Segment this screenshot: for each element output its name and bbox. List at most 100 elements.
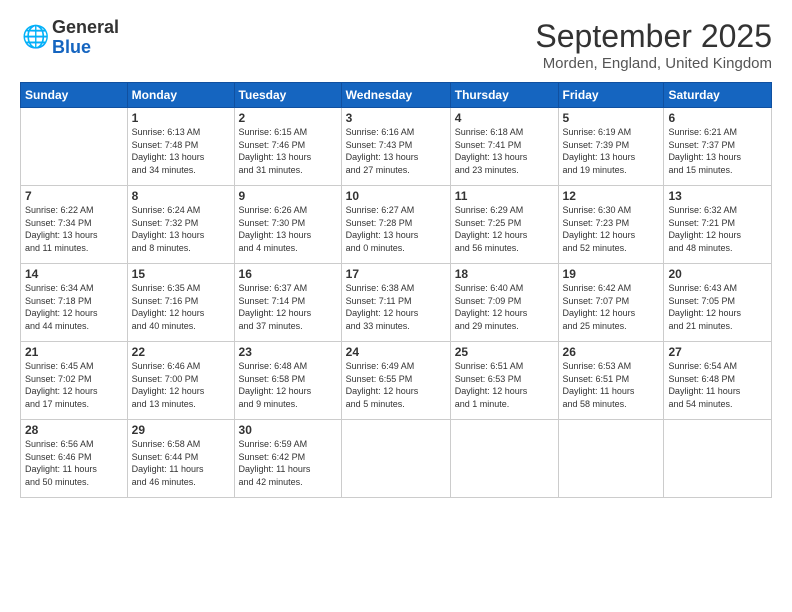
week-row-3: 14Sunrise: 6:34 AM Sunset: 7:18 PM Dayli… bbox=[21, 264, 772, 342]
day-number: 21 bbox=[25, 345, 123, 359]
calendar-cell-18: 18Sunrise: 6:40 AM Sunset: 7:09 PM Dayli… bbox=[450, 264, 558, 342]
calendar-cell-14: 14Sunrise: 6:34 AM Sunset: 7:18 PM Dayli… bbox=[21, 264, 128, 342]
weekday-header-row: SundayMondayTuesdayWednesdayThursdayFrid… bbox=[21, 83, 772, 108]
logo-blue: Blue bbox=[52, 38, 119, 58]
week-row-5: 28Sunrise: 6:56 AM Sunset: 6:46 PM Dayli… bbox=[21, 420, 772, 498]
day-info: Sunrise: 6:38 AM Sunset: 7:11 PM Dayligh… bbox=[346, 282, 446, 332]
day-info: Sunrise: 6:51 AM Sunset: 6:53 PM Dayligh… bbox=[455, 360, 554, 410]
calendar-cell-25: 25Sunrise: 6:51 AM Sunset: 6:53 PM Dayli… bbox=[450, 342, 558, 420]
calendar-cell-24: 24Sunrise: 6:49 AM Sunset: 6:55 PM Dayli… bbox=[341, 342, 450, 420]
weekday-header-monday: Monday bbox=[127, 83, 234, 108]
location: Morden, England, United Kingdom bbox=[535, 55, 772, 72]
calendar-cell-9: 9Sunrise: 6:26 AM Sunset: 7:30 PM Daylig… bbox=[234, 186, 341, 264]
day-info: Sunrise: 6:49 AM Sunset: 6:55 PM Dayligh… bbox=[346, 360, 446, 410]
header: 🌐 General Blue September 2025 Morden, En… bbox=[20, 18, 772, 72]
day-info: Sunrise: 6:42 AM Sunset: 7:07 PM Dayligh… bbox=[563, 282, 660, 332]
day-info: Sunrise: 6:24 AM Sunset: 7:32 PM Dayligh… bbox=[132, 204, 230, 254]
day-number: 17 bbox=[346, 267, 446, 281]
calendar-cell-13: 13Sunrise: 6:32 AM Sunset: 7:21 PM Dayli… bbox=[664, 186, 772, 264]
day-number: 15 bbox=[132, 267, 230, 281]
logo-icon: 🌐 bbox=[20, 24, 48, 52]
calendar-cell-29: 29Sunrise: 6:58 AM Sunset: 6:44 PM Dayli… bbox=[127, 420, 234, 498]
day-info: Sunrise: 6:53 AM Sunset: 6:51 PM Dayligh… bbox=[563, 360, 660, 410]
day-number: 27 bbox=[668, 345, 767, 359]
calendar-cell-3: 3Sunrise: 6:16 AM Sunset: 7:43 PM Daylig… bbox=[341, 108, 450, 186]
calendar-cell-19: 19Sunrise: 6:42 AM Sunset: 7:07 PM Dayli… bbox=[558, 264, 664, 342]
day-number: 16 bbox=[239, 267, 337, 281]
day-info: Sunrise: 6:46 AM Sunset: 7:00 PM Dayligh… bbox=[132, 360, 230, 410]
calendar-cell-10: 10Sunrise: 6:27 AM Sunset: 7:28 PM Dayli… bbox=[341, 186, 450, 264]
calendar-body: 1Sunrise: 6:13 AM Sunset: 7:48 PM Daylig… bbox=[21, 108, 772, 498]
logo: 🌐 General Blue bbox=[20, 18, 119, 58]
day-info: Sunrise: 6:54 AM Sunset: 6:48 PM Dayligh… bbox=[668, 360, 767, 410]
calendar-cell-23: 23Sunrise: 6:48 AM Sunset: 6:58 PM Dayli… bbox=[234, 342, 341, 420]
day-number: 5 bbox=[563, 111, 660, 125]
day-number: 23 bbox=[239, 345, 337, 359]
day-number: 4 bbox=[455, 111, 554, 125]
day-number: 20 bbox=[668, 267, 767, 281]
calendar-cell-0 bbox=[21, 108, 128, 186]
day-number: 25 bbox=[455, 345, 554, 359]
calendar-cell-5: 5Sunrise: 6:19 AM Sunset: 7:39 PM Daylig… bbox=[558, 108, 664, 186]
week-row-1: 1Sunrise: 6:13 AM Sunset: 7:48 PM Daylig… bbox=[21, 108, 772, 186]
day-info: Sunrise: 6:32 AM Sunset: 7:21 PM Dayligh… bbox=[668, 204, 767, 254]
calendar-cell-28: 28Sunrise: 6:56 AM Sunset: 6:46 PM Dayli… bbox=[21, 420, 128, 498]
calendar-header: SundayMondayTuesdayWednesdayThursdayFrid… bbox=[21, 83, 772, 108]
calendar-cell-2: 2Sunrise: 6:15 AM Sunset: 7:46 PM Daylig… bbox=[234, 108, 341, 186]
calendar-cell-21: 21Sunrise: 6:45 AM Sunset: 7:02 PM Dayli… bbox=[21, 342, 128, 420]
weekday-header-tuesday: Tuesday bbox=[234, 83, 341, 108]
calendar-cell-27: 27Sunrise: 6:54 AM Sunset: 6:48 PM Dayli… bbox=[664, 342, 772, 420]
weekday-header-sunday: Sunday bbox=[21, 83, 128, 108]
day-number: 28 bbox=[25, 423, 123, 437]
week-row-4: 21Sunrise: 6:45 AM Sunset: 7:02 PM Dayli… bbox=[21, 342, 772, 420]
logo-general: General bbox=[52, 18, 119, 38]
month-title: September 2025 bbox=[535, 18, 772, 55]
week-row-2: 7Sunrise: 6:22 AM Sunset: 7:34 PM Daylig… bbox=[21, 186, 772, 264]
day-number: 22 bbox=[132, 345, 230, 359]
calendar-cell-7: 7Sunrise: 6:22 AM Sunset: 7:34 PM Daylig… bbox=[21, 186, 128, 264]
calendar-cell-22: 22Sunrise: 6:46 AM Sunset: 7:00 PM Dayli… bbox=[127, 342, 234, 420]
day-info: Sunrise: 6:18 AM Sunset: 7:41 PM Dayligh… bbox=[455, 126, 554, 176]
title-block: September 2025 Morden, England, United K… bbox=[535, 18, 772, 72]
calendar-page: 🌐 General Blue September 2025 Morden, En… bbox=[0, 0, 792, 612]
day-number: 19 bbox=[563, 267, 660, 281]
day-number: 6 bbox=[668, 111, 767, 125]
weekday-header-wednesday: Wednesday bbox=[341, 83, 450, 108]
calendar-cell-34 bbox=[664, 420, 772, 498]
day-info: Sunrise: 6:29 AM Sunset: 7:25 PM Dayligh… bbox=[455, 204, 554, 254]
calendar-cell-15: 15Sunrise: 6:35 AM Sunset: 7:16 PM Dayli… bbox=[127, 264, 234, 342]
calendar-cell-33 bbox=[558, 420, 664, 498]
day-info: Sunrise: 6:35 AM Sunset: 7:16 PM Dayligh… bbox=[132, 282, 230, 332]
calendar-cell-8: 8Sunrise: 6:24 AM Sunset: 7:32 PM Daylig… bbox=[127, 186, 234, 264]
calendar-cell-16: 16Sunrise: 6:37 AM Sunset: 7:14 PM Dayli… bbox=[234, 264, 341, 342]
day-info: Sunrise: 6:59 AM Sunset: 6:42 PM Dayligh… bbox=[239, 438, 337, 488]
calendar-cell-30: 30Sunrise: 6:59 AM Sunset: 6:42 PM Dayli… bbox=[234, 420, 341, 498]
day-number: 3 bbox=[346, 111, 446, 125]
weekday-header-friday: Friday bbox=[558, 83, 664, 108]
day-number: 24 bbox=[346, 345, 446, 359]
calendar-cell-11: 11Sunrise: 6:29 AM Sunset: 7:25 PM Dayli… bbox=[450, 186, 558, 264]
svg-text:🌐: 🌐 bbox=[22, 24, 48, 49]
day-number: 2 bbox=[239, 111, 337, 125]
day-info: Sunrise: 6:13 AM Sunset: 7:48 PM Dayligh… bbox=[132, 126, 230, 176]
day-number: 14 bbox=[25, 267, 123, 281]
logo-text: General Blue bbox=[52, 18, 119, 58]
calendar-cell-4: 4Sunrise: 6:18 AM Sunset: 7:41 PM Daylig… bbox=[450, 108, 558, 186]
calendar-cell-1: 1Sunrise: 6:13 AM Sunset: 7:48 PM Daylig… bbox=[127, 108, 234, 186]
day-info: Sunrise: 6:40 AM Sunset: 7:09 PM Dayligh… bbox=[455, 282, 554, 332]
day-info: Sunrise: 6:43 AM Sunset: 7:05 PM Dayligh… bbox=[668, 282, 767, 332]
day-info: Sunrise: 6:19 AM Sunset: 7:39 PM Dayligh… bbox=[563, 126, 660, 176]
day-info: Sunrise: 6:26 AM Sunset: 7:30 PM Dayligh… bbox=[239, 204, 337, 254]
weekday-header-thursday: Thursday bbox=[450, 83, 558, 108]
day-number: 29 bbox=[132, 423, 230, 437]
day-info: Sunrise: 6:56 AM Sunset: 6:46 PM Dayligh… bbox=[25, 438, 123, 488]
day-info: Sunrise: 6:34 AM Sunset: 7:18 PM Dayligh… bbox=[25, 282, 123, 332]
calendar-cell-26: 26Sunrise: 6:53 AM Sunset: 6:51 PM Dayli… bbox=[558, 342, 664, 420]
day-info: Sunrise: 6:48 AM Sunset: 6:58 PM Dayligh… bbox=[239, 360, 337, 410]
day-number: 26 bbox=[563, 345, 660, 359]
day-info: Sunrise: 6:16 AM Sunset: 7:43 PM Dayligh… bbox=[346, 126, 446, 176]
day-info: Sunrise: 6:45 AM Sunset: 7:02 PM Dayligh… bbox=[25, 360, 123, 410]
day-info: Sunrise: 6:27 AM Sunset: 7:28 PM Dayligh… bbox=[346, 204, 446, 254]
day-info: Sunrise: 6:15 AM Sunset: 7:46 PM Dayligh… bbox=[239, 126, 337, 176]
calendar-cell-17: 17Sunrise: 6:38 AM Sunset: 7:11 PM Dayli… bbox=[341, 264, 450, 342]
